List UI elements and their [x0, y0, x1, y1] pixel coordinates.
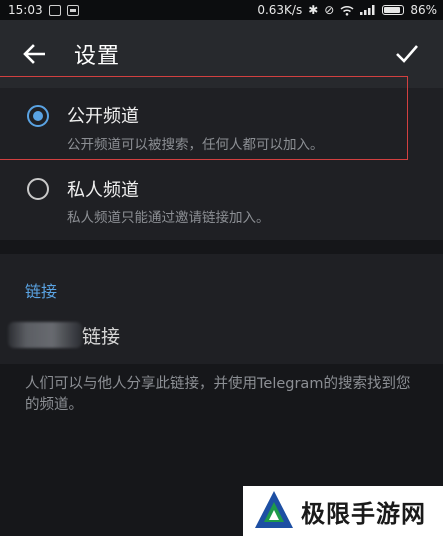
public-radio-button[interactable] [27, 105, 49, 127]
status-left: 15:03 [0, 3, 79, 17]
status-bar: 15:03 0.63K/s ✱ ⊘ 86% [0, 0, 443, 20]
watermark-logo-icon [255, 491, 293, 528]
battery-percent: 86% [410, 3, 437, 17]
private-radio-button[interactable] [27, 178, 49, 200]
battery-icon [382, 5, 405, 15]
bluetooth-icon: ✱ [308, 3, 319, 17]
blurred-link-prefix [8, 322, 82, 348]
network-speed: 0.63K/s [257, 3, 303, 17]
status-right: 0.63K/s ✱ ⊘ 86% [257, 3, 443, 17]
alarm-off-icon: ⊘ [324, 3, 335, 17]
private-channel-title: 私人频道 [67, 180, 139, 201]
top-bar: 设置 [0, 20, 443, 88]
link-input-suffix: 链接 [82, 326, 121, 348]
checkmark-icon [396, 45, 418, 63]
done-button[interactable] [379, 20, 435, 88]
page-title: 设置 [74, 44, 121, 69]
section-divider [0, 240, 443, 254]
back-button[interactable] [6, 20, 62, 88]
private-channel-description: 私人频道只能通过邀请链接加入。 [67, 210, 270, 226]
private-channel-option[interactable]: 私人频道 私人频道只能通过邀请链接加入。 [0, 166, 443, 238]
public-channel-option[interactable]: 公开频道 公开频道可以被搜索，任何人都可以加入。 [0, 88, 443, 160]
radio-selected-dot [33, 111, 43, 121]
screen: 15:03 0.63K/s ✱ ⊘ 86% 设置 公开频道 公开频道可以被搜索，… [0, 0, 443, 536]
link-input-field[interactable]: 链接 [0, 314, 443, 362]
arrow-left-icon [23, 44, 45, 64]
public-channel-description: 公开频道可以被搜索，任何人都可以加入。 [67, 137, 324, 153]
wifi-icon [340, 5, 354, 16]
battery-fill [384, 7, 400, 13]
status-time: 15:03 [8, 3, 43, 17]
public-channel-title: 公开频道 [67, 106, 139, 127]
link-section: 链接 链接 [0, 254, 443, 364]
channel-type-options: 公开频道 公开频道可以被搜索，任何人都可以加入。 私人频道 私人频道只能通过邀请… [0, 88, 443, 240]
image-notification-icon [48, 4, 61, 16]
app-notification-icon [66, 4, 79, 16]
link-info-text: 人们可以与他人分享此链接，并使用Telegram的搜索找到您的频道。 [25, 376, 411, 413]
watermark-text: 极限手游网 [301, 498, 426, 528]
signal-icon [360, 5, 375, 15]
watermark: 极限手游网 [243, 486, 443, 536]
link-section-header: 链接 [25, 282, 58, 301]
